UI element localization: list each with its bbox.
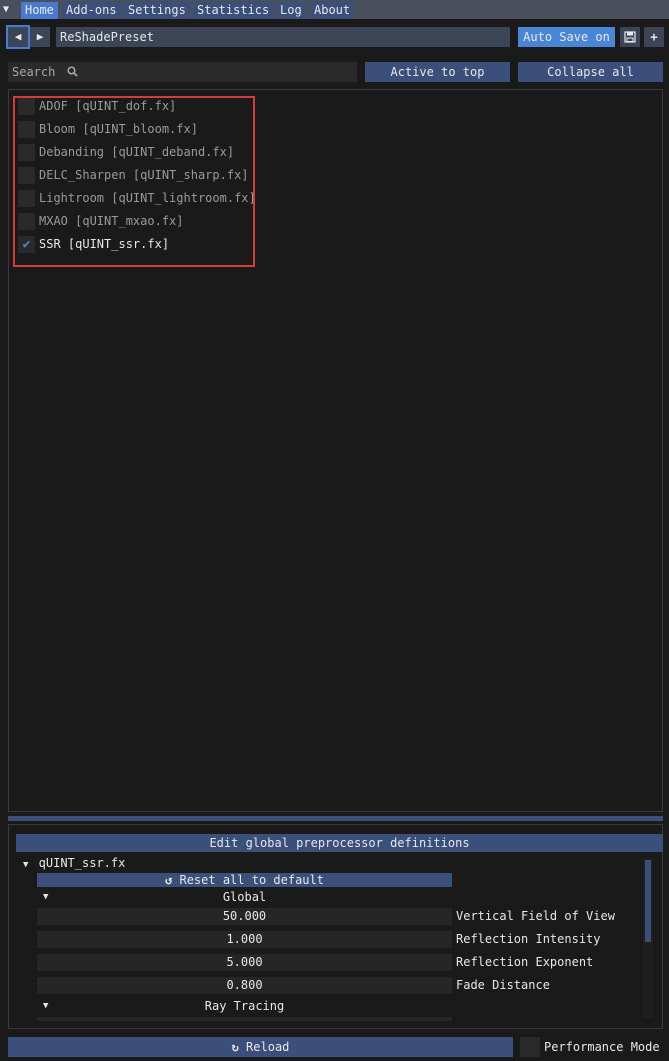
- auto-save-toggle[interactable]: Auto Save on: [518, 27, 615, 47]
- menu-dropdown-icon[interactable]: ▼: [3, 3, 15, 17]
- search-icon: [67, 66, 78, 77]
- panel-splitter[interactable]: [8, 816, 663, 821]
- performance-mode-checkbox[interactable]: [520, 1037, 540, 1057]
- reload-icon: ↻: [231, 1040, 239, 1054]
- highlight-box: [13, 96, 255, 267]
- tab-about[interactable]: About: [310, 2, 355, 19]
- reload-label: Reload: [246, 1040, 290, 1054]
- reload-button[interactable]: ↻ Reload: [8, 1037, 513, 1057]
- arrow-right-icon: ▶: [36, 30, 44, 43]
- save-preset-button[interactable]: [620, 27, 640, 47]
- floppy-disk-icon: [624, 31, 636, 43]
- tree-expand-icon: ▼: [23, 860, 29, 870]
- effect-file-name: qUINT_ssr.fx: [38, 856, 126, 870]
- search-input[interactable]: Search: [8, 62, 357, 82]
- prev-preset-button[interactable]: ◀: [6, 25, 30, 49]
- reset-label: Reset all to default: [179, 873, 324, 887]
- preset-name-field[interactable]: ReShadePreset: [56, 27, 510, 47]
- active-to-top-button[interactable]: Active to top: [365, 62, 510, 82]
- param-slider-reflection-exponent[interactable]: 5.000: [37, 954, 452, 971]
- performance-mode-label: Performance Mode: [544, 1040, 660, 1054]
- plus-icon: +: [650, 30, 658, 44]
- reset-all-button[interactable]: ↺ Reset all to default: [37, 873, 452, 887]
- param-label: Reflection Intensity: [456, 932, 601, 946]
- param-label: Fade Distance: [456, 978, 550, 992]
- param-slider-vertical-fov[interactable]: 50.000: [37, 908, 452, 925]
- add-preset-button[interactable]: +: [644, 27, 664, 47]
- param-slider-reflection-intensity[interactable]: 1.000: [37, 931, 452, 948]
- tab-add-ons[interactable]: Add-ons: [62, 2, 121, 19]
- category-global[interactable]: ▼ Global: [37, 888, 452, 906]
- category-label: Ray Tracing: [204, 999, 285, 1013]
- tab-log[interactable]: Log: [276, 2, 306, 19]
- param-label: Vertical Field of View: [456, 909, 615, 923]
- tree-expand-icon: ▼: [43, 1001, 49, 1011]
- tab-statistics[interactable]: Statistics: [193, 2, 274, 19]
- category-ray-tracing[interactable]: ▼ Ray Tracing: [37, 997, 452, 1015]
- next-preset-button[interactable]: ▶: [30, 27, 50, 47]
- param-slider-partial[interactable]: [37, 1017, 452, 1021]
- reset-icon: ↺: [165, 873, 173, 887]
- search-placeholder: Search: [12, 65, 56, 79]
- collapse-all-button[interactable]: Collapse all: [518, 62, 663, 82]
- arrow-left-icon: ◀: [14, 30, 22, 43]
- tab-settings[interactable]: Settings: [124, 2, 190, 19]
- params-scrollbar-thumb[interactable]: [645, 860, 651, 942]
- tab-home[interactable]: Home: [21, 2, 58, 19]
- effect-tree-header[interactable]: ▼ qUINT_ssr.fx: [23, 855, 125, 873]
- param-label: Reflection Exponent: [456, 955, 594, 969]
- tree-expand-icon: ▼: [43, 892, 49, 902]
- edit-global-preprocessor-button[interactable]: Edit global preprocessor definitions: [16, 834, 663, 852]
- category-label: Global: [222, 890, 267, 904]
- param-slider-fade-distance[interactable]: 0.800: [37, 977, 452, 994]
